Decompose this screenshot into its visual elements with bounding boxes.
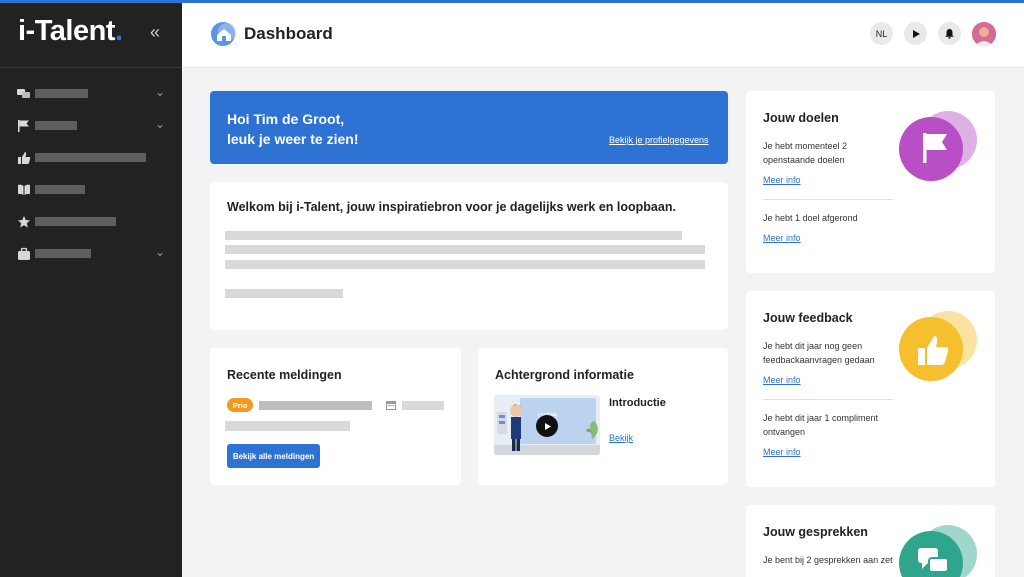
placeholder-text-line bbox=[225, 260, 705, 269]
feedback-compliment-text: Je hebt dit jaar 1 compliment ontvangen bbox=[763, 413, 879, 437]
placeholder-text-line bbox=[259, 401, 372, 410]
sidebar-item-favorites[interactable] bbox=[0, 208, 182, 240]
bell-icon bbox=[945, 29, 954, 39]
video-title: Introductie bbox=[609, 397, 666, 409]
goals-card: Jouw doelen Je hebt momenteel 2 openstaa… bbox=[746, 91, 995, 273]
video-play-button[interactable] bbox=[536, 415, 558, 437]
top-accent-line bbox=[0, 0, 1024, 3]
feedback-requests-text: Je hebt dit jaar nog geen feedbackaanvra… bbox=[763, 341, 875, 365]
flag-icon bbox=[923, 133, 947, 163]
goals-completed-text: Je hebt 1 doel afgerond bbox=[763, 213, 858, 223]
flag-icon bbox=[18, 120, 29, 132]
chevron-down-icon: ⌄ bbox=[155, 117, 166, 131]
sidebar-item-goals[interactable]: ⌄ bbox=[0, 112, 182, 144]
play-icon bbox=[912, 29, 920, 38]
logo[interactable]: i-Talent. bbox=[18, 15, 123, 48]
view-all-notifications-button[interactable]: Bekijk alle meldingen bbox=[227, 444, 320, 468]
feedback-title: Jouw feedback bbox=[763, 311, 853, 325]
sidebar-item-label bbox=[35, 217, 116, 226]
profile-link[interactable]: Bekijk je profielgegevens bbox=[609, 135, 709, 145]
sidebar-item-conversations[interactable]: ⌄ bbox=[0, 80, 182, 112]
divider bbox=[763, 199, 893, 200]
sidebar-item-label bbox=[35, 121, 77, 130]
background-info-title: Achtergrond informatie bbox=[495, 368, 634, 382]
thumbs-up-icon bbox=[18, 152, 31, 164]
play-button[interactable] bbox=[904, 22, 927, 45]
conversations-title: Jouw gesprekken bbox=[763, 525, 868, 539]
avatar-image bbox=[972, 22, 996, 46]
briefcase-icon bbox=[18, 247, 30, 260]
video-thumbnail[interactable]: uctie bbox=[494, 395, 600, 455]
sidebar-header: i-Talent. « bbox=[0, 0, 182, 68]
goals-open-text: Je hebt momenteel 2 openstaande doelen bbox=[763, 141, 848, 165]
goals-completed-more-info-link[interactable]: Meer info bbox=[763, 233, 801, 243]
play-icon bbox=[544, 422, 551, 430]
sidebar-item-label bbox=[35, 153, 146, 162]
chevron-down-icon: ⌄ bbox=[155, 245, 166, 259]
greeting-line-2: leuk je weer te zien! bbox=[227, 131, 359, 147]
star-icon bbox=[18, 216, 30, 228]
page-title: Dashboard bbox=[244, 24, 333, 43]
divider bbox=[763, 399, 893, 400]
placeholder-text-line bbox=[225, 421, 350, 431]
welcome-card: Welkom bij i-Talent, jouw inspiratiebron… bbox=[210, 182, 728, 330]
sidebar-item-label bbox=[35, 89, 88, 98]
feedback-illustration bbox=[899, 311, 979, 381]
goals-more-info-link[interactable]: Meer info bbox=[763, 175, 801, 185]
notifications-button[interactable] bbox=[938, 22, 961, 45]
placeholder-text-line bbox=[225, 231, 682, 240]
greeting-banner: Hoi Tim de Groot, leuk je weer te zien! … bbox=[210, 91, 728, 164]
thumbs-up-icon bbox=[918, 336, 949, 365]
feedback-card: Jouw feedback Je hebt dit jaar nog geen … bbox=[746, 291, 995, 487]
sidebar-item-label bbox=[35, 249, 91, 258]
language-button[interactable]: NL bbox=[870, 22, 893, 45]
logo-dot: . bbox=[114, 15, 123, 47]
sidebar-item-learning[interactable] bbox=[0, 176, 182, 208]
home-icon bbox=[211, 22, 236, 46]
greeting-text: Hoi Tim de Groot, leuk je weer te zien! bbox=[227, 109, 359, 149]
collapse-sidebar-button[interactable]: « bbox=[150, 22, 160, 43]
greeting-line-1: Hoi Tim de Groot, bbox=[227, 111, 345, 127]
placeholder-text-line bbox=[225, 289, 343, 298]
feedback-more-info-link[interactable]: Meer info bbox=[763, 375, 801, 385]
conversations-card: Jouw gesprekken Je bent bij 2 gesprekken… bbox=[746, 505, 995, 577]
avatar[interactable] bbox=[972, 22, 996, 46]
view-video-link[interactable]: Bekijk bbox=[609, 433, 633, 443]
notifications-card: Recente meldingen Prio Bekijk alle meldi… bbox=[210, 348, 461, 485]
goals-illustration bbox=[899, 111, 979, 181]
sidebar-menu: ⌄ ⌄ ⌄ bbox=[0, 80, 182, 272]
logo-text: i-Talent bbox=[18, 15, 115, 47]
chat-icon bbox=[17, 89, 30, 98]
sidebar-item-career[interactable]: ⌄ bbox=[0, 240, 182, 272]
conversations-illustration bbox=[899, 525, 979, 577]
feedback-compliment-more-info-link[interactable]: Meer info bbox=[763, 447, 801, 457]
top-header: Dashboard NL bbox=[182, 3, 1024, 68]
placeholder-text-line bbox=[402, 401, 444, 410]
chevron-down-icon: ⌄ bbox=[155, 85, 166, 99]
welcome-title: Welkom bij i-Talent, jouw inspiratiebron… bbox=[227, 200, 676, 214]
background-info-card: Achtergrond informatie uctie Introductie… bbox=[478, 348, 728, 485]
conversations-text: Je bent bij 2 gesprekken aan zet bbox=[763, 555, 893, 565]
notifications-title: Recente meldingen bbox=[227, 368, 342, 382]
sidebar: i-Talent. « ⌄ ⌄ ⌄ bbox=[0, 0, 182, 577]
calendar-icon bbox=[386, 401, 396, 410]
priority-badge: Prio bbox=[227, 398, 253, 412]
placeholder-text-line bbox=[225, 245, 705, 254]
book-icon bbox=[18, 184, 30, 195]
sidebar-item-feedback[interactable] bbox=[0, 144, 182, 176]
chat-icon bbox=[918, 548, 949, 573]
sidebar-item-label bbox=[35, 185, 85, 194]
goals-title: Jouw doelen bbox=[763, 111, 839, 125]
